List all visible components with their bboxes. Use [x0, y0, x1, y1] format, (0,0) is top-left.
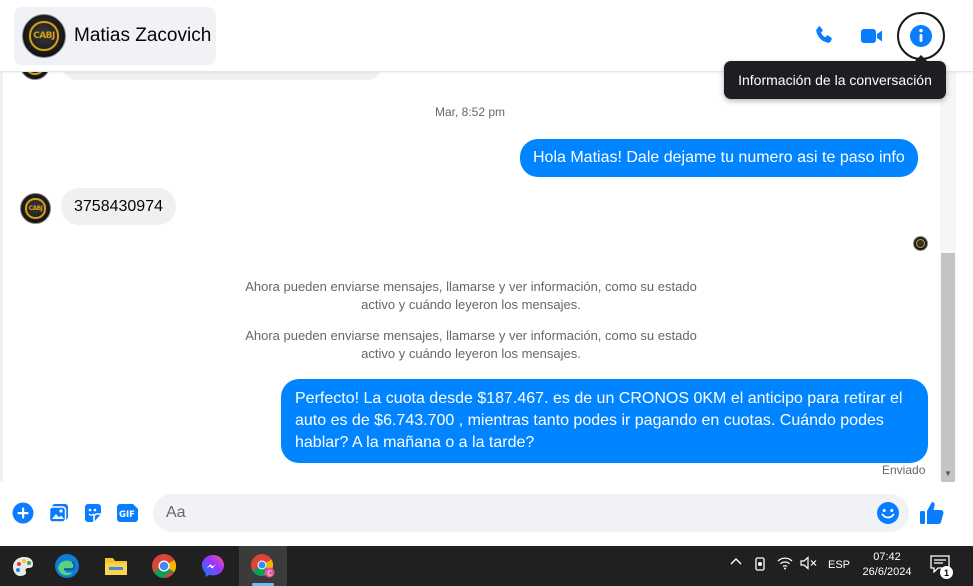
- gif-button[interactable]: GIF: [116, 501, 140, 525]
- contact-avatar-small: [20, 72, 50, 80]
- message-timestamp: Mar, 8:52 pm: [434, 105, 506, 119]
- outgoing-message[interactable]: Perfecto! La cuota desde $187.467. es de…: [281, 379, 928, 463]
- video-call-button[interactable]: [852, 16, 892, 56]
- incoming-message-partial[interactable]: [62, 72, 382, 80]
- clock-time: 07:42: [873, 551, 901, 563]
- window-edge: [956, 72, 973, 546]
- taskbar-app-edge[interactable]: [44, 548, 90, 584]
- system-notice: Ahora pueden enviarse mensajes, llamarse…: [245, 328, 697, 361]
- incoming-message[interactable]: 3758430974: [61, 188, 176, 225]
- system-notice: Ahora pueden enviarse mensajes, llamarse…: [245, 279, 697, 312]
- system-clock[interactable]: 07:42 26/6/2024: [856, 550, 918, 580]
- more-actions-button[interactable]: [11, 501, 35, 525]
- tray-overflow-chevron-icon[interactable]: [728, 556, 744, 566]
- paint-icon: [13, 557, 33, 576]
- sent-status: Enviado: [882, 463, 926, 477]
- info-tooltip: Información de la conversación: [724, 55, 946, 99]
- outgoing-message[interactable]: Hola Matias! Dale dejame tu numero asi t…: [520, 139, 918, 177]
- thumbs-up-icon: [920, 502, 944, 524]
- image-gallery-icon: [48, 504, 68, 523]
- smiley-icon: [877, 502, 899, 524]
- contact-avatar-small: CABJ: [20, 193, 51, 224]
- like-button[interactable]: [918, 499, 946, 527]
- contact-profile-button[interactable]: CABJ Matias Zacovich: [14, 7, 216, 65]
- gif-icon: GIF: [117, 504, 138, 522]
- message-composer: GIF: [0, 482, 973, 546]
- emoji-button[interactable]: [876, 501, 900, 525]
- input-language[interactable]: ESP: [828, 559, 850, 571]
- scrollbar-thumb[interactable]: [941, 253, 955, 482]
- club-badge-icon: [25, 72, 45, 75]
- contact-name: Matias Zacovich: [74, 25, 212, 46]
- club-badge-icon: CABJ: [29, 21, 59, 51]
- sticker-icon: [85, 504, 101, 522]
- windows-taskbar: C ESP 07:42 26/6/2024 1: [0, 546, 973, 586]
- info-icon: [910, 25, 932, 47]
- notification-count-badge: 1: [940, 566, 953, 579]
- taskbar-app-paint[interactable]: [0, 548, 46, 584]
- chrome-profile-icon: C: [251, 554, 275, 578]
- chrome-icon: [152, 554, 177, 578]
- video-camera-icon: [861, 29, 882, 43]
- attach-image-button[interactable]: [47, 501, 71, 525]
- clock-date: 26/6/2024: [862, 566, 912, 578]
- audio-call-button[interactable]: [804, 16, 844, 56]
- conversation-info-button[interactable]: [897, 12, 945, 60]
- file-explorer-icon: [105, 558, 127, 575]
- svg-text:GIF: GIF: [119, 510, 135, 520]
- phone-icon: [816, 26, 832, 43]
- message-input[interactable]: [153, 494, 909, 532]
- message-list[interactable]: Mar, 8:52 pm Hola Matias! Dale dejame tu…: [0, 72, 940, 482]
- svg-text:C: C: [267, 569, 272, 577]
- plus-circle-icon: [12, 502, 34, 524]
- sticker-button[interactable]: [81, 501, 105, 525]
- club-badge-icon: CABJ: [25, 198, 46, 219]
- read-receipt-avatar: [913, 236, 928, 251]
- scroll-down-arrow-icon[interactable]: ▼: [940, 464, 956, 482]
- taskbar-app-file-explorer[interactable]: [93, 548, 139, 584]
- taskbar-app-chrome-profile[interactable]: C: [239, 546, 287, 586]
- messenger-icon: [202, 555, 224, 577]
- edge-icon: [55, 554, 79, 578]
- wifi-icon[interactable]: [776, 556, 794, 570]
- taskbar-app-messenger[interactable]: [190, 548, 236, 584]
- club-badge-icon: [915, 238, 926, 249]
- contact-avatar: CABJ: [22, 14, 66, 58]
- taskbar-app-chrome[interactable]: [141, 548, 187, 584]
- volume-muted-icon[interactable]: [800, 556, 818, 570]
- tray-app-icon[interactable]: [752, 556, 768, 572]
